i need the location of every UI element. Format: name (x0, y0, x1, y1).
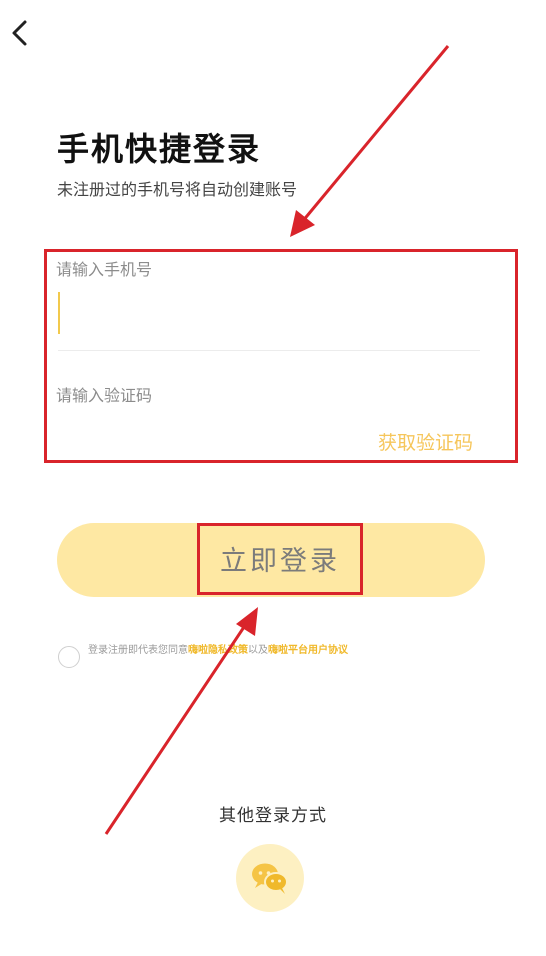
agreement-text: 登录注册即代表您同意嗨啦隐私政策以及嗨啦平台用户协议 (88, 641, 348, 656)
field-divider (58, 350, 480, 351)
code-field-placeholder: 请输入验证码 (56, 386, 153, 405)
text-caret (58, 292, 60, 334)
page-subtitle: 未注册过的手机号将自动创建账号 (57, 180, 298, 199)
agreement-prefix: 登录注册即代表您同意 (88, 645, 188, 656)
page-title: 手机快捷登录 (57, 130, 262, 168)
back-button[interactable] (8, 18, 32, 48)
chevron-left-icon (12, 20, 27, 46)
login-highlight-box (197, 523, 363, 595)
verification-code-input[interactable] (56, 418, 356, 458)
agreement-middle: 以及 (248, 645, 268, 656)
phone-field-placeholder: 请输入手机号 (56, 260, 153, 279)
wechat-icon (252, 863, 288, 894)
wechat-login-button[interactable] (236, 844, 304, 912)
get-code-button[interactable]: 获取验证码 (378, 428, 473, 455)
user-agreement-link[interactable]: 嗨啦平台用户协议 (268, 645, 348, 656)
agreement-checkbox[interactable] (58, 646, 80, 668)
phone-input[interactable] (56, 290, 480, 336)
annotation-arrow-to-form (290, 45, 450, 237)
privacy-policy-link[interactable]: 嗨啦隐私政策 (188, 645, 248, 656)
other-login-label: 其他登录方式 (219, 806, 327, 826)
